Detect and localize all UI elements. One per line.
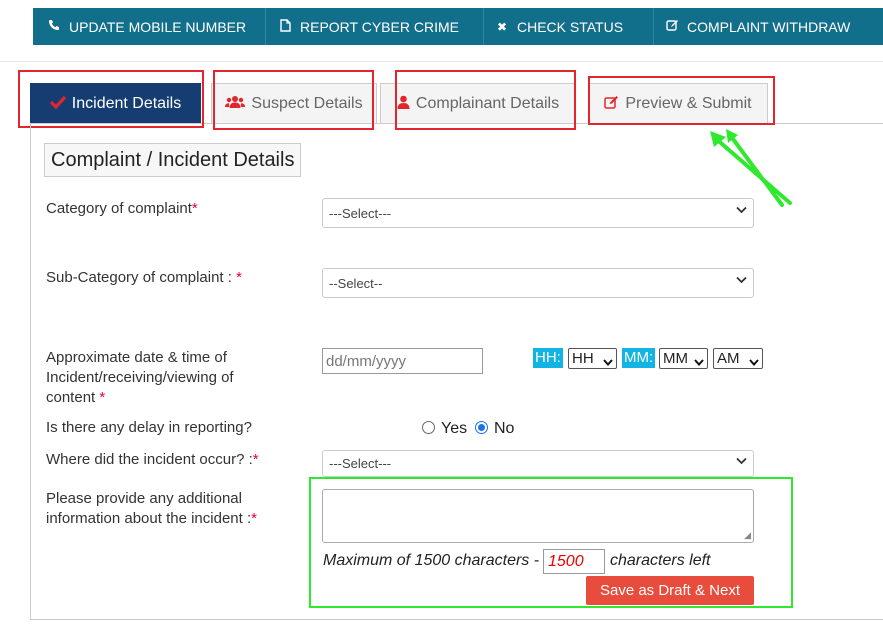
location-label-text: Where did the incident occur? :	[46, 451, 253, 468]
chevron-down-icon	[736, 206, 747, 217]
required-marker: *	[251, 510, 257, 527]
nav-label: REPORT CYBER CRIME	[300, 18, 459, 35]
hour-tag: HH:	[533, 348, 563, 368]
nav-label: COMPLAINT WITHDRAW	[687, 18, 851, 35]
minute-select[interactable]: MM	[659, 348, 708, 369]
chevron-down-icon	[694, 354, 704, 373]
required-marker: *	[252, 451, 259, 468]
date-input[interactable]: dd/mm/yyyy	[322, 348, 483, 374]
location-select[interactable]: ---Select---	[322, 450, 754, 477]
chevron-down-icon	[736, 276, 747, 287]
check-status-link[interactable]: ✖ CHECK STATUS	[484, 8, 654, 45]
edit-icon	[665, 19, 679, 35]
ampm-select-value: AM	[717, 350, 740, 367]
date-placeholder: dd/mm/yyyy	[326, 352, 407, 370]
additional-info-label-text: Please provide any additional informatio…	[46, 490, 252, 527]
delay-no-label: No	[494, 420, 515, 437]
hour-select-value: HH	[572, 350, 594, 367]
header-divider	[0, 61, 883, 62]
required-marker: *	[236, 269, 242, 286]
annotation-box-preview-tab	[588, 76, 775, 125]
annotation-box-complainant-tab	[395, 70, 576, 130]
location-select-value: ---Select---	[329, 456, 392, 471]
datetime-label-text: Approximate date & time of Incident/rece…	[46, 349, 234, 406]
chevron-down-icon	[736, 457, 747, 468]
update-mobile-number-link[interactable]: UPDATE MOBILE NUMBER	[33, 8, 266, 45]
annotation-box-additional-info	[309, 477, 793, 608]
delay-label: Is there any delay in reporting?	[46, 419, 252, 436]
nav-label: CHECK STATUS	[517, 18, 624, 35]
delay-yes-label: Yes	[441, 420, 468, 437]
location-label: Where did the incident occur? :*	[46, 450, 259, 470]
annotation-box-incident-tab	[18, 70, 204, 128]
required-marker: *	[191, 200, 198, 217]
ampm-select[interactable]: AM	[713, 348, 763, 369]
subcategory-select[interactable]: --Select--	[322, 268, 754, 298]
category-select-value: ---Select---	[329, 205, 392, 221]
section-legend: Complaint / Incident Details	[44, 143, 301, 177]
datetime-label: Approximate date & time of Incident/rece…	[46, 348, 276, 408]
subcategory-label-text: Sub-Category of complaint :	[46, 269, 237, 286]
hour-select[interactable]: HH	[568, 348, 617, 369]
required-marker: *	[99, 389, 106, 406]
delay-yes-radio[interactable]	[422, 421, 435, 434]
minute-tag: MM:	[622, 348, 656, 368]
report-cyber-crime-link[interactable]: REPORT CYBER CRIME	[266, 8, 484, 45]
close-icon: ✖	[496, 19, 508, 34]
category-select[interactable]: ---Select---	[322, 198, 754, 228]
phone-icon	[47, 19, 61, 34]
category-label-text: Category of complaint	[46, 200, 192, 217]
complaint-withdraw-link[interactable]: COMPLAINT WITHDRAW	[654, 8, 883, 45]
subcategory-label: Sub-Category of complaint : *	[46, 268, 242, 288]
additional-info-label: Please provide any additional informatio…	[46, 489, 286, 529]
top-navigation-bar: UPDATE MOBILE NUMBER REPORT CYBER CRIME …	[33, 8, 883, 45]
minute-select-value: MM	[663, 350, 688, 367]
category-label: Category of complaint*	[46, 199, 198, 219]
delay-no-radio[interactable]	[475, 421, 488, 434]
chevron-down-icon	[749, 354, 759, 373]
subcategory-select-value: --Select--	[329, 275, 383, 291]
document-icon	[278, 18, 292, 35]
chevron-down-icon	[603, 354, 613, 373]
nav-label: UPDATE MOBILE NUMBER	[69, 18, 247, 35]
annotation-box-suspect-tab	[213, 70, 374, 130]
